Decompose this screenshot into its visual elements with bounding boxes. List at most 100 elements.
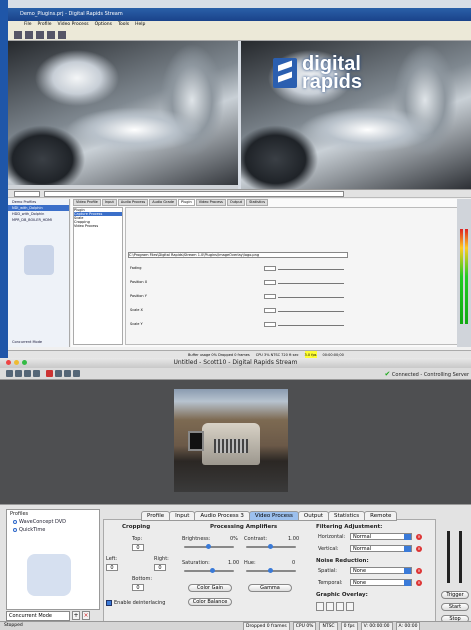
trigger-button[interactable]: Trigger xyxy=(441,591,469,599)
tab-input[interactable]: Input xyxy=(101,199,117,206)
value-box[interactable] xyxy=(264,308,276,313)
help-icon[interactable] xyxy=(58,31,66,39)
record-icon[interactable] xyxy=(46,370,53,377)
field-label: Scale Y xyxy=(130,322,143,326)
close-icon[interactable] xyxy=(6,360,11,365)
tab-video-process[interactable]: Video Process xyxy=(195,199,226,206)
settings-icon[interactable] xyxy=(33,370,40,377)
open-icon[interactable] xyxy=(15,370,22,377)
tab-audio-grade[interactable]: Audio Grade xyxy=(149,199,177,206)
tab-video-process[interactable]: Video Process xyxy=(248,511,299,521)
vertical-select[interactable]: Normal xyxy=(350,545,412,552)
slider[interactable] xyxy=(278,297,344,298)
saturation-label: Saturation: xyxy=(182,560,210,566)
menu-help[interactable]: Help xyxy=(135,21,145,29)
tab-audio-process[interactable]: Audio Process xyxy=(117,199,149,206)
value-box[interactable] xyxy=(264,294,276,299)
slider[interactable] xyxy=(278,283,344,284)
menu-profile[interactable]: Profile xyxy=(38,21,52,29)
hue-label: Hue: xyxy=(244,560,256,566)
step-icon[interactable] xyxy=(64,370,71,377)
brightness-slider[interactable] xyxy=(184,544,234,549)
slider-knob[interactable] xyxy=(206,544,211,549)
start-button[interactable]: Start xyxy=(441,603,469,611)
menu-options[interactable]: Options xyxy=(95,21,112,29)
overlay-tool-button[interactable] xyxy=(326,602,334,611)
tab-output[interactable]: Output xyxy=(226,199,246,206)
digital-rapids-logo: digital rapids xyxy=(273,54,362,92)
tab-input[interactable]: Input xyxy=(169,511,196,521)
deinterlace-checkbox[interactable] xyxy=(106,600,112,606)
cpu-status: CPU 3% NTSC 720 ft sec xyxy=(255,353,299,357)
tab-profile[interactable]: Profile xyxy=(141,511,171,521)
remove-profile-button[interactable]: × xyxy=(82,611,90,620)
overlay-tool-button[interactable] xyxy=(336,602,344,611)
overlay-tool-button[interactable] xyxy=(316,602,324,611)
tab-audio-process[interactable]: Audio Process 3 xyxy=(194,511,250,521)
tab-video-profile[interactable]: Video Profile xyxy=(73,199,101,206)
new-icon[interactable] xyxy=(14,31,22,39)
slider[interactable] xyxy=(278,325,344,326)
tab-remote[interactable]: Remote xyxy=(364,511,398,521)
tree-item[interactable]: MPR_DB_BOILER_HDMI xyxy=(8,217,69,223)
minimize-icon[interactable] xyxy=(14,360,19,365)
tab-statistics[interactable]: Statistics xyxy=(328,511,366,521)
connection-text: Connected - Controlling Server xyxy=(391,372,469,378)
tab-output[interactable]: Output xyxy=(297,511,329,521)
add-profile-button[interactable]: + xyxy=(72,611,80,620)
menu-video-process[interactable]: Video Process xyxy=(58,21,89,29)
overlay-path-input[interactable]: C:\Program Files\Digital Rapids\Stream 1… xyxy=(128,252,348,258)
radio-icon[interactable] xyxy=(13,528,17,532)
bottom-input[interactable]: 0 xyxy=(132,584,144,591)
open-icon[interactable] xyxy=(25,31,33,39)
level-meter-right xyxy=(465,229,468,324)
right-input[interactable]: 0 xyxy=(154,564,166,571)
zoom-icon[interactable] xyxy=(22,360,27,365)
reset-icon[interactable]: × xyxy=(416,568,422,574)
reset-icon[interactable]: × xyxy=(416,534,422,540)
profile-item[interactable]: WaveConcept DVD xyxy=(7,518,99,526)
pause-icon[interactable] xyxy=(55,370,62,377)
profile-item[interactable]: QuickTime xyxy=(7,526,99,534)
profile-item-label: WaveConcept DVD xyxy=(19,519,67,525)
hue-slider[interactable] xyxy=(246,568,296,573)
tab-statistics[interactable]: Statistics xyxy=(246,199,269,206)
concurrent-mode-label[interactable]: Concurrent Mode xyxy=(8,339,46,345)
slider-knob[interactable] xyxy=(268,544,273,549)
slider-knob[interactable] xyxy=(210,568,215,573)
value-box[interactable] xyxy=(264,266,276,271)
color-gain-button[interactable]: Color Gain xyxy=(188,584,232,592)
overlay-tool-button[interactable] xyxy=(346,602,354,611)
temporal-select[interactable]: None xyxy=(350,579,412,586)
value-box[interactable] xyxy=(264,280,276,285)
radio-icon[interactable] xyxy=(13,520,17,524)
new-icon[interactable] xyxy=(6,370,13,377)
slider-knob[interactable] xyxy=(268,568,273,573)
plugin-list-item[interactable]: Video Process xyxy=(74,224,122,228)
slider[interactable] xyxy=(278,269,344,270)
horizontal-select[interactable]: Normal xyxy=(350,533,412,540)
menu-tools[interactable]: Tools xyxy=(118,21,129,29)
profile-select[interactable] xyxy=(14,190,40,197)
color-balance-button[interactable]: Color Balance xyxy=(188,598,232,606)
reset-icon[interactable]: × xyxy=(416,580,422,586)
value-box[interactable] xyxy=(264,322,276,327)
left-input[interactable]: 0 xyxy=(106,564,118,571)
top-input[interactable]: 0 xyxy=(132,544,144,551)
tab-plugin[interactable]: Plugin xyxy=(177,199,195,206)
reset-icon[interactable]: × xyxy=(416,546,422,552)
spatial-select[interactable]: None xyxy=(350,567,412,574)
gamma-button[interactable]: Gamma xyxy=(248,584,292,592)
slider[interactable] xyxy=(278,311,344,312)
path-field[interactable] xyxy=(44,190,344,197)
mode-select[interactable]: Concurrent Mode xyxy=(6,611,70,621)
help-icon[interactable] xyxy=(73,370,80,377)
print-icon[interactable] xyxy=(47,31,55,39)
cropping-title: Cropping xyxy=(122,524,151,530)
save-icon[interactable] xyxy=(36,31,44,39)
saturation-slider[interactable] xyxy=(184,568,234,573)
menu-file[interactable]: File xyxy=(24,21,32,29)
save-icon[interactable] xyxy=(24,370,31,377)
top-label: Top: xyxy=(132,536,143,542)
contrast-slider[interactable] xyxy=(246,544,296,549)
